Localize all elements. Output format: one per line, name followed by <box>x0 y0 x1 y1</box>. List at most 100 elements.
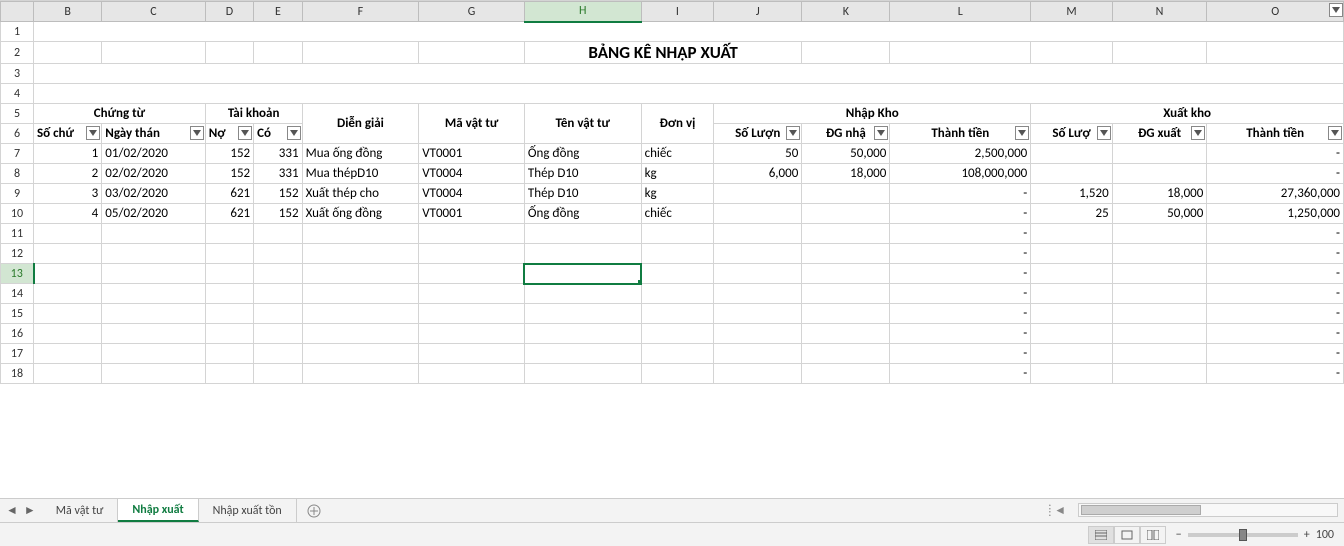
sheet-tab[interactable]: Mã vật tư <box>42 499 119 522</box>
view-normal-icon[interactable] <box>1088 526 1114 544</box>
cell[interactable] <box>205 244 253 264</box>
cell[interactable] <box>102 284 205 304</box>
cell[interactable] <box>34 364 102 384</box>
cell[interactable] <box>34 244 102 264</box>
cell[interactable]: - <box>1207 164 1344 184</box>
row-header-13[interactable]: 13 <box>1 264 34 284</box>
cell[interactable]: 1 <box>34 144 102 164</box>
cell[interactable] <box>205 42 253 64</box>
row-header-4[interactable]: 4 <box>1 84 34 104</box>
cell[interactable] <box>205 364 253 384</box>
cell[interactable]: Ống đồng <box>524 204 641 224</box>
cell[interactable] <box>524 264 641 284</box>
cell[interactable] <box>1031 344 1112 364</box>
col-header-N[interactable]: N <box>1112 2 1207 22</box>
cell[interactable] <box>302 284 419 304</box>
cell[interactable] <box>802 224 890 244</box>
cell[interactable] <box>419 244 525 264</box>
cell[interactable]: 2,500,000 <box>890 144 1031 164</box>
header-tenvattu[interactable]: Tên vật tư <box>524 104 641 144</box>
filter-icon[interactable] <box>190 126 204 140</box>
cell[interactable] <box>302 224 419 244</box>
cell[interactable] <box>1031 224 1112 244</box>
cell[interactable] <box>641 244 714 264</box>
cell[interactable] <box>641 344 714 364</box>
sheet-tab[interactable]: Nhập xuất tồn <box>199 499 297 522</box>
cell[interactable]: 621 <box>205 204 253 224</box>
cell[interactable] <box>205 224 253 244</box>
col-header-L[interactable]: L <box>890 2 1031 22</box>
col-header-H[interactable]: H <box>524 2 641 22</box>
cell[interactable] <box>714 304 802 324</box>
filter-icon[interactable] <box>238 126 252 140</box>
cell[interactable]: 01/02/2020 <box>102 144 205 164</box>
zoom-level[interactable]: 100 <box>1316 528 1334 542</box>
cell[interactable]: 108,000,000 <box>890 164 1031 184</box>
cell[interactable]: - <box>890 244 1031 264</box>
cell[interactable] <box>524 324 641 344</box>
row-header-15[interactable]: 15 <box>1 304 34 324</box>
cell[interactable]: VT0001 <box>419 144 525 164</box>
cell[interactable]: 1,520 <box>1031 184 1112 204</box>
col-header-K[interactable]: K <box>802 2 890 22</box>
row-header-8[interactable]: 8 <box>1 164 34 184</box>
cell[interactable] <box>1112 324 1207 344</box>
cell[interactable]: 1,250,000 <box>1207 204 1344 224</box>
cell[interactable] <box>1112 244 1207 264</box>
cell[interactable] <box>205 324 253 344</box>
cell[interactable] <box>102 344 205 364</box>
cell[interactable]: - <box>890 284 1031 304</box>
col-header-F[interactable]: F <box>302 2 419 22</box>
cell[interactable] <box>1031 364 1112 384</box>
cell[interactable]: - <box>1207 244 1344 264</box>
cell[interactable] <box>254 244 302 264</box>
cell[interactable] <box>254 42 302 64</box>
col-header-E[interactable]: E <box>254 2 302 22</box>
add-sheet-button[interactable] <box>297 499 331 522</box>
col-header-C[interactable]: C <box>102 2 205 22</box>
cell[interactable]: VT0004 <box>419 164 525 184</box>
row-header-14[interactable]: 14 <box>1 284 34 304</box>
cell[interactable] <box>34 22 1344 42</box>
cell[interactable] <box>1031 264 1112 284</box>
sheet-tab[interactable]: Nhập xuất <box>118 499 198 522</box>
zoom-out-button[interactable]: − <box>1176 528 1182 542</box>
cell[interactable] <box>524 344 641 364</box>
cell[interactable]: 6,000 <box>714 164 802 184</box>
cell[interactable]: - <box>890 184 1031 204</box>
cell[interactable]: - <box>1207 324 1344 344</box>
cell[interactable] <box>802 344 890 364</box>
col-header-M[interactable]: M <box>1031 2 1112 22</box>
filter-icon[interactable] <box>874 126 888 140</box>
cell[interactable] <box>714 244 802 264</box>
filter-soluong-n[interactable]: Số Lượn <box>714 124 802 144</box>
cell[interactable] <box>1207 42 1344 64</box>
cell[interactable] <box>714 344 802 364</box>
row-header-18[interactable]: 18 <box>1 364 34 384</box>
cell[interactable]: Mua thépD10 <box>302 164 419 184</box>
cell[interactable] <box>102 224 205 244</box>
cell[interactable] <box>802 244 890 264</box>
tab-nav-next-icon[interactable]: ► <box>24 503 36 518</box>
zoom-in-button[interactable]: + <box>1304 528 1310 542</box>
row-header-7[interactable]: 7 <box>1 144 34 164</box>
cell[interactable]: Thép D10 <box>524 184 641 204</box>
cell[interactable] <box>419 364 525 384</box>
filter-icon[interactable] <box>1328 126 1342 140</box>
cell[interactable] <box>419 324 525 344</box>
cell[interactable]: 331 <box>254 144 302 164</box>
cell[interactable] <box>1031 164 1112 184</box>
cell[interactable] <box>1112 164 1207 184</box>
cell[interactable]: - <box>890 224 1031 244</box>
cell[interactable]: chiếc <box>641 144 714 164</box>
header-chungtu[interactable]: Chứng từ <box>34 104 206 124</box>
cell[interactable] <box>1112 144 1207 164</box>
filter-soluong-x[interactable]: Số Lượ <box>1031 124 1112 144</box>
filter-dgnhap[interactable]: ĐG nhậ <box>802 124 890 144</box>
cell[interactable] <box>205 344 253 364</box>
header-nhapkho[interactable]: Nhập Kho <box>714 104 1031 124</box>
row-header-10[interactable]: 10 <box>1 204 34 224</box>
cell[interactable]: - <box>890 344 1031 364</box>
cell[interactable] <box>302 324 419 344</box>
row-header-12[interactable]: 12 <box>1 244 34 264</box>
